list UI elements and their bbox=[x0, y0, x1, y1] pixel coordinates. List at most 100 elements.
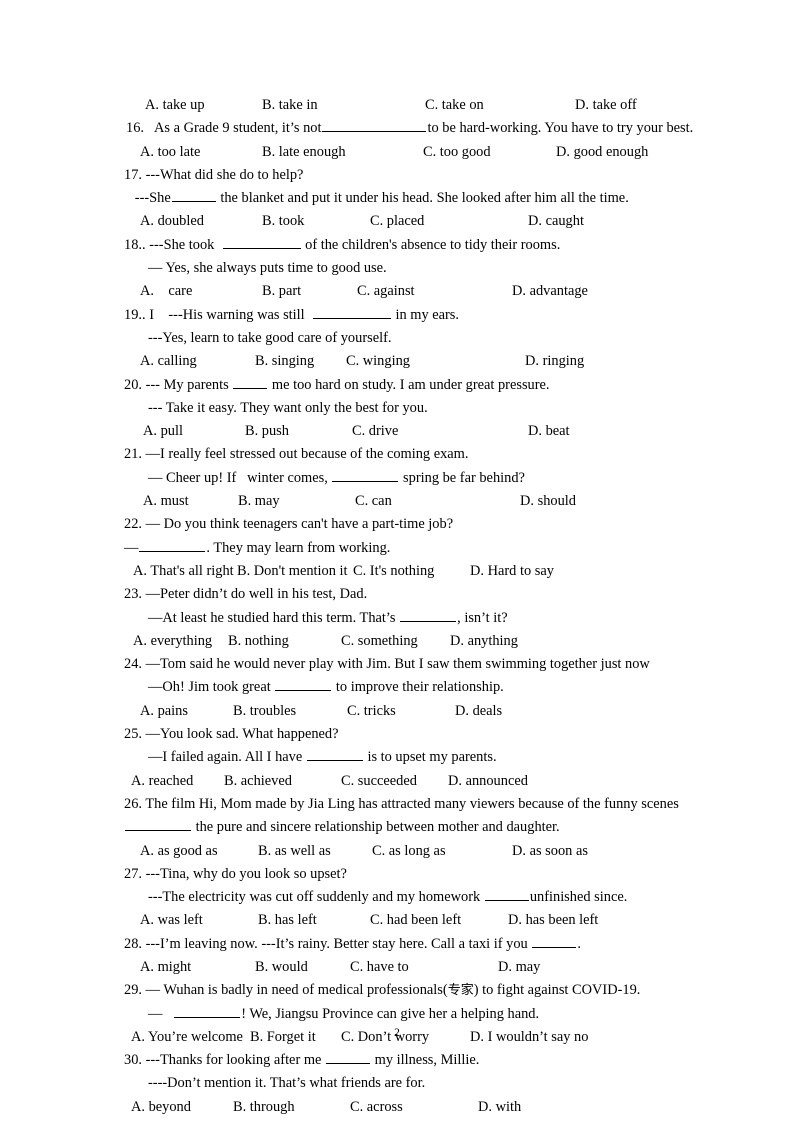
option-a[interactable]: A. must bbox=[143, 490, 189, 513]
option-a[interactable]: A. as good as bbox=[140, 840, 218, 863]
question-stem-28: 28. ---I’m leaving now. ---It’s rainy. B… bbox=[0, 933, 794, 956]
answer-blank[interactable] bbox=[332, 467, 399, 482]
option-a[interactable]: A. beyond bbox=[131, 1096, 191, 1119]
question-number: 24. bbox=[124, 656, 142, 673]
option-d[interactable]: D. ringing bbox=[525, 350, 584, 373]
option-c[interactable]: C. succeeded bbox=[341, 770, 417, 793]
option-d[interactable]: D. Hard to say bbox=[470, 560, 554, 583]
option-d[interactable]: D. deals bbox=[455, 700, 502, 723]
option-row-17: A. doubled B. took C. placed D. caught bbox=[0, 210, 794, 233]
option-d[interactable]: D. caught bbox=[528, 210, 584, 233]
question-number: 30. bbox=[124, 1052, 142, 1069]
option-a[interactable]: A. was left bbox=[140, 909, 203, 932]
answer-blank[interactable] bbox=[312, 304, 391, 319]
option-b[interactable]: B. achieved bbox=[224, 770, 292, 793]
answer-blank[interactable] bbox=[171, 188, 216, 203]
option-a[interactable]: A. everything bbox=[133, 630, 212, 653]
option-b[interactable]: B. took bbox=[262, 210, 304, 233]
option-c[interactable]: C. It's nothing bbox=[353, 560, 434, 583]
option-b[interactable]: B. take in bbox=[262, 94, 318, 117]
answer-blank[interactable] bbox=[125, 817, 191, 832]
option-a[interactable]: A. calling bbox=[140, 350, 197, 373]
question-stem-24: 24. —Tom said he would never play with J… bbox=[124, 656, 650, 673]
exam-content: A. take up B. take in C. take on D. take… bbox=[0, 94, 794, 1119]
answer-blank[interactable] bbox=[275, 677, 332, 692]
option-a[interactable]: A. That's all right bbox=[133, 560, 234, 583]
option-b[interactable]: B. Don't mention it bbox=[237, 560, 348, 583]
answer-blank[interactable] bbox=[174, 1003, 241, 1018]
option-d[interactable]: D. beat bbox=[528, 420, 570, 443]
question-line-24b: —Oh! Jim took great to improve their rel… bbox=[0, 676, 794, 699]
option-d[interactable]: D. take off bbox=[575, 94, 637, 117]
option-c[interactable]: C. as long as bbox=[372, 840, 446, 863]
chinese-gloss: 专家 bbox=[447, 983, 474, 999]
answer-blank[interactable] bbox=[326, 1050, 371, 1065]
option-d[interactable]: D. as soon as bbox=[512, 840, 588, 863]
option-d[interactable]: D. with bbox=[478, 1096, 521, 1119]
option-a[interactable]: A. care bbox=[140, 280, 192, 303]
question-line-19b: ---Yes, learn to take good care of yours… bbox=[148, 329, 392, 346]
option-c[interactable]: C. can bbox=[355, 490, 392, 513]
option-row-30: A. beyond B. through C. across D. with bbox=[0, 1096, 794, 1119]
option-d[interactable]: D. should bbox=[520, 490, 576, 513]
option-row-25: A. reached B. achieved C. succeeded D. a… bbox=[0, 770, 794, 793]
option-row-21: A. must B. may C. can D. should bbox=[0, 490, 794, 513]
option-a[interactable]: A. take up bbox=[145, 94, 205, 117]
option-d[interactable]: D. announced bbox=[448, 770, 528, 793]
option-a[interactable]: A. pull bbox=[143, 420, 183, 443]
option-b[interactable]: B. as well as bbox=[258, 840, 331, 863]
question-number: 26. bbox=[124, 795, 142, 812]
option-b[interactable]: B. troubles bbox=[233, 700, 296, 723]
answer-blank[interactable] bbox=[233, 374, 268, 389]
answer-blank[interactable] bbox=[400, 607, 457, 622]
option-row-28: A. might B. would C. have to D. may bbox=[0, 956, 794, 979]
answer-blank[interactable] bbox=[322, 118, 427, 133]
option-b[interactable]: B. nothing bbox=[228, 630, 289, 653]
option-d[interactable]: D. advantage bbox=[512, 280, 588, 303]
option-b[interactable]: B. has left bbox=[258, 909, 317, 932]
option-d[interactable]: D. good enough bbox=[556, 141, 648, 164]
option-c[interactable]: C. take on bbox=[425, 94, 484, 117]
question-stem-27: 27. ---Tina, why do you look so upset? bbox=[124, 865, 347, 882]
answer-blank[interactable] bbox=[139, 537, 206, 552]
question-number: 20. bbox=[124, 376, 142, 393]
option-a[interactable]: A. doubled bbox=[140, 210, 204, 233]
option-a[interactable]: A. reached bbox=[131, 770, 193, 793]
option-b[interactable]: B. push bbox=[245, 420, 289, 443]
option-c[interactable]: C. across bbox=[350, 1096, 403, 1119]
question-stem-26: 26. The film Hi, Mom made by Jia Ling ha… bbox=[124, 795, 679, 812]
answer-blank[interactable] bbox=[532, 933, 577, 948]
option-b[interactable]: B. part bbox=[262, 280, 301, 303]
option-row-26: A. as good as B. as well as C. as long a… bbox=[0, 840, 794, 863]
question-number: 19.. bbox=[124, 306, 146, 323]
option-c[interactable]: C. tricks bbox=[347, 700, 396, 723]
option-b[interactable]: B. may bbox=[238, 490, 280, 513]
option-c[interactable]: C. against bbox=[357, 280, 415, 303]
option-b[interactable]: B. singing bbox=[255, 350, 314, 373]
option-d[interactable]: D. may bbox=[498, 956, 540, 979]
option-c[interactable]: C. had been left bbox=[370, 909, 461, 932]
option-c[interactable]: C. have to bbox=[350, 956, 409, 979]
option-c[interactable]: C. too good bbox=[423, 141, 491, 164]
option-d[interactable]: D. has been left bbox=[508, 909, 598, 932]
answer-blank[interactable] bbox=[306, 747, 363, 762]
question-stem-21: 21. —I really feel stressed out because … bbox=[124, 446, 469, 463]
question-number: 18.. bbox=[124, 236, 146, 253]
option-a[interactable]: A. pains bbox=[140, 700, 188, 723]
option-b[interactable]: B. late enough bbox=[262, 141, 346, 164]
question-stem-30: 30. ---Thanks for looking after me my il… bbox=[0, 1049, 794, 1072]
option-c[interactable]: C. something bbox=[341, 630, 418, 653]
option-b[interactable]: B. would bbox=[255, 956, 308, 979]
option-c[interactable]: C. drive bbox=[352, 420, 398, 443]
option-c[interactable]: C. placed bbox=[370, 210, 424, 233]
answer-blank[interactable] bbox=[484, 886, 529, 902]
option-row-18: A. care B. part C. against D. advantage bbox=[0, 280, 794, 303]
question-line-20b: --- Take it easy. They want only the bes… bbox=[148, 399, 428, 416]
option-c[interactable]: C. winging bbox=[346, 350, 410, 373]
question-line-26b: the pure and sincere relationship betwee… bbox=[0, 816, 794, 839]
option-a[interactable]: A. might bbox=[140, 956, 191, 979]
option-d[interactable]: D. anything bbox=[450, 630, 518, 653]
option-a[interactable]: A. too late bbox=[140, 141, 200, 164]
option-b[interactable]: B. through bbox=[233, 1096, 295, 1119]
answer-blank[interactable] bbox=[222, 234, 301, 249]
